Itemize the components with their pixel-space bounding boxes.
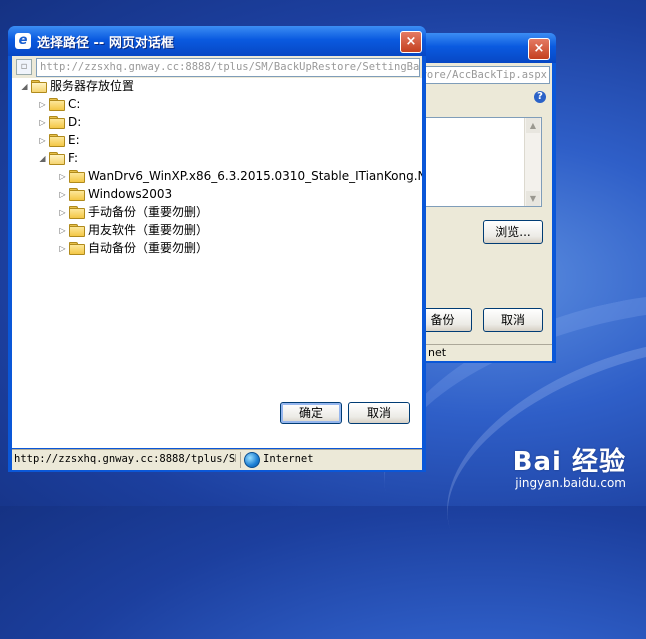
baidu-logo: Bai 经验 [512,447,626,477]
statusbar: http://zzsxhq.gnway.cc:8888/tplus/SM/ In… [12,449,422,470]
address-bar: ▫ http://zzsxhq.gnway.cc:8888/tplus/SM/B… [12,56,422,78]
scroll-down-icon[interactable]: ▼ [526,191,540,206]
tree-root[interactable]: ◢ 服务器存放位置 [20,78,134,95]
tree-item-folder[interactable]: ▷ 用友软件（重要勿删） [58,222,208,239]
tree-item-label: 自动备份（重要勿删） [88,241,209,255]
select-path-dialog: e 选择路径 -- 网页对话框 × ▫ http://zzsxhq.gnway.… [8,26,426,472]
tree-item-drive-f[interactable]: ◢ F: [38,150,78,167]
page-icon: ▫ [16,59,32,75]
ie-icon: e [15,33,31,49]
address-field: http://zzsxhq.gnway.cc:8888/tplus/SM/Bac… [36,58,420,77]
tree-item-label: F: [68,151,79,165]
scroll-up-icon[interactable]: ▲ [526,118,540,133]
globe-icon [244,452,260,468]
background-dialog: × rore/AccBackTip.aspx ? ▲ ▼ 浏览... 备份 取消… [412,33,556,363]
collapse-arrow-icon[interactable]: ◢ [20,78,29,95]
background-cancel-button[interactable]: 取消 [483,308,543,332]
tree-item-label: D: [68,115,82,129]
tree-item-folder[interactable]: ▷ Windows2003 [58,186,172,203]
folder-icon [69,224,85,237]
background-statusbar: net [416,344,552,361]
expand-arrow-icon[interactable]: ▷ [38,96,47,113]
tree-item-folder[interactable]: ▷ WanDrv6_WinXP.x86_6.3.2015.0310_Stable_… [58,168,422,185]
browse-button[interactable]: 浏览... [483,220,543,244]
folder-icon [69,242,85,255]
background-close-icon[interactable]: × [528,38,550,60]
folder-icon [49,98,65,111]
folder-icon [69,206,85,219]
background-dialog-body: ? ▲ ▼ 浏览... 备份 取消 [414,87,552,345]
expand-arrow-icon[interactable]: ▷ [58,222,67,239]
expand-arrow-icon[interactable]: ▷ [58,204,67,221]
tree-item-label: E: [68,133,80,147]
cancel-button[interactable]: 取消 [348,402,410,424]
tree-item-label: 手动备份（重要勿删） [88,205,209,219]
expand-arrow-icon[interactable]: ▷ [38,114,47,131]
folder-icon [49,134,65,147]
tree-item-drive-d[interactable]: ▷ D: [38,114,81,131]
background-status-text: net [428,346,447,359]
collapse-arrow-icon[interactable]: ◢ [38,150,47,167]
watermark-url: jingyan.baidu.com [515,476,626,490]
tree-item-label: Windows2003 [88,187,173,201]
background-titlebar: × [412,33,556,63]
status-url: http://zzsxhq.gnway.cc:8888/tplus/SM/ [14,453,236,465]
tree-item-label: C: [68,97,81,111]
baidu-watermark: Bai 经验 jingyan.baidu.com [513,441,626,490]
tree-item-label: 用友软件（重要勿删） [88,223,209,237]
folder-open-icon [31,80,47,93]
tree-item-label: WanDrv6_WinXP.x86_6.3.2015.0310_Stable_I… [88,169,422,183]
ok-button[interactable]: 确定 [280,402,342,424]
dialog-content: ◢ 服务器存放位置 ▷ C: ▷ D: ▷ E: ◢ F: ▷ WanDrv6_WinXP.… [12,78,422,448]
help-icon[interactable]: ? [534,91,546,103]
expand-arrow-icon[interactable]: ▷ [38,132,47,149]
tree-item-drive-e[interactable]: ▷ E: [38,132,80,149]
titlebar[interactable]: e 选择路径 -- 网页对话框 × [8,26,426,56]
close-icon[interactable]: × [400,31,422,53]
scrollbar[interactable]: ▲ ▼ [524,118,541,206]
background-address-bar: rore/AccBackTip.aspx [416,63,552,87]
folder-icon [49,116,65,129]
folder-open-icon [49,152,65,165]
background-address-field: rore/AccBackTip.aspx [416,66,550,84]
expand-arrow-icon[interactable]: ▷ [58,168,67,185]
tree-item-drive-c[interactable]: ▷ C: [38,96,80,113]
expand-arrow-icon[interactable]: ▷ [58,240,67,257]
dialog-title: 选择路径 -- 网页对话框 [37,36,174,51]
folder-icon [69,188,85,201]
tree-item-folder[interactable]: ▷ 自动备份（重要勿删） [58,240,208,257]
security-zone: Internet [263,453,314,465]
folder-icon [69,170,85,183]
expand-arrow-icon[interactable]: ▷ [58,186,67,203]
status-divider [240,452,241,468]
background-textarea[interactable]: ▲ ▼ [416,117,542,207]
tree-item-folder[interactable]: ▷ 手动备份（重要勿删） [58,204,208,221]
tree-root-label: 服务器存放位置 [50,79,135,93]
